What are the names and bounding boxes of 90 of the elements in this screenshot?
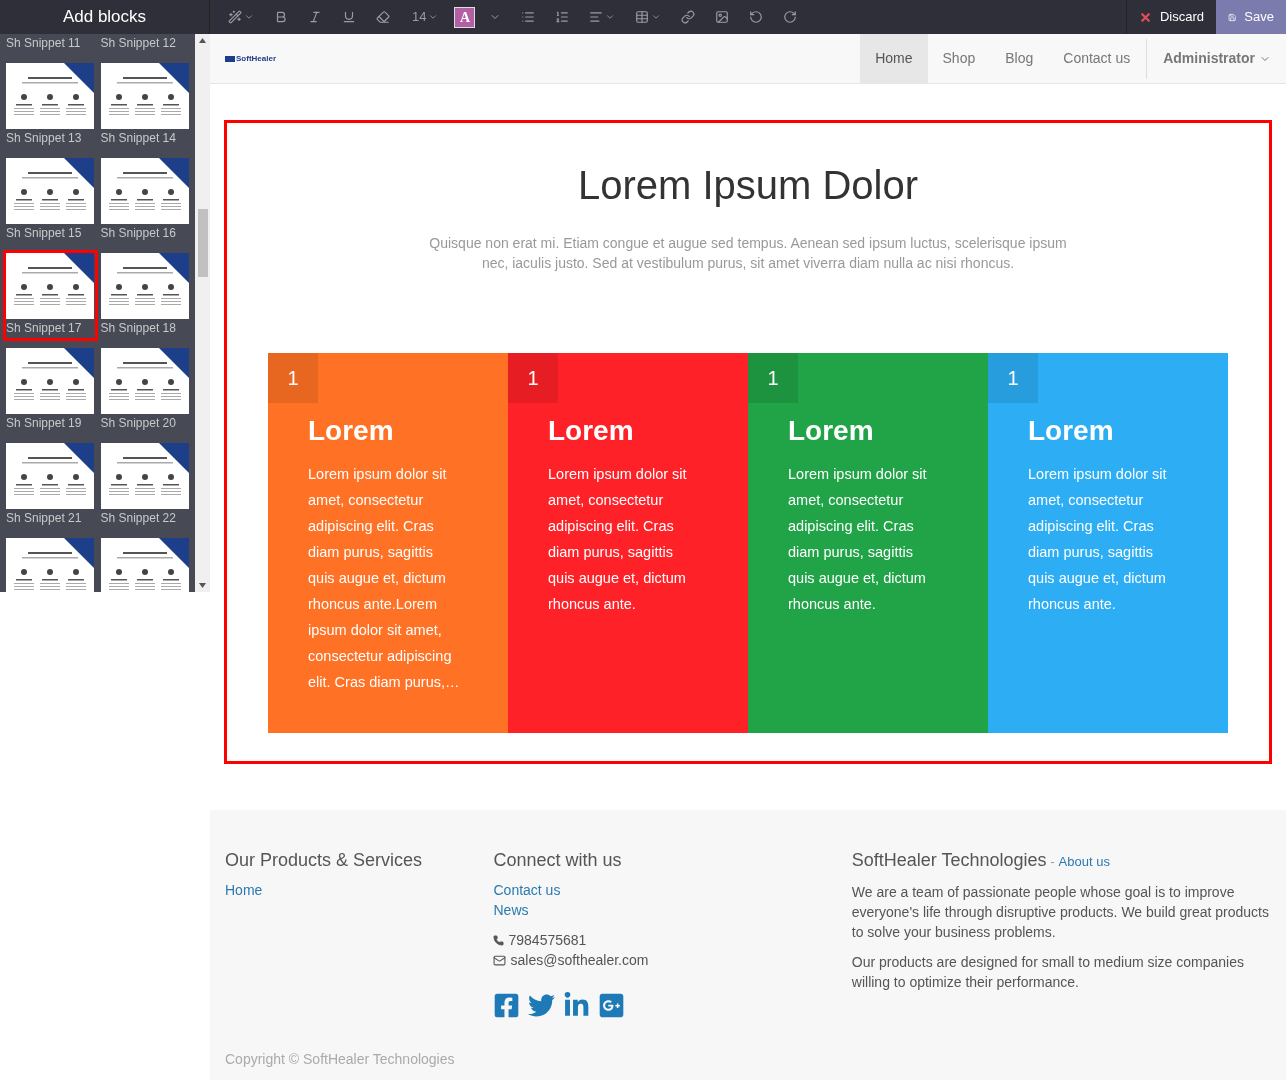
snippet-thumbnail-drawing[interactable] [100,443,189,509]
snippet-label: Sh Snippet 17 [6,320,83,337]
card-text: Lorem ipsum dolor sit amet, consectetur adipiscing elit. Cras diam purus, sagittis quis augue et, dictum rhoncus ante. [1028,465,1168,614]
snippet-thumbnail-drawing[interactable] [6,538,94,592]
footer-link[interactable]: Home [225,880,494,900]
snippet-label: Sh Snippet 19 [6,415,83,432]
footer-heading: SoftHealer Technologies [851,849,1047,872]
footer-link[interactable]: Contact us [493,880,561,900]
snippet-label: Sh Snippet 22 [100,510,177,527]
site-logo: SoftHealer [236,52,276,65]
snippet-thumbnail-drawing[interactable] [100,158,189,224]
card-title: Lorem [788,414,875,448]
number-badge: 1 [748,353,798,403]
snippet-thumbnail-drawing[interactable] [6,63,94,129]
table-icon [635,10,650,24]
linkedin-icon[interactable] [563,992,591,1019]
about-paragraph: Our products are designed for small to medium size companies willing to optimize their performance. [851,953,1245,992]
snippet-item[interactable]: Sh Snippet 18 [100,253,189,338]
heading-separator: - [1050,854,1055,871]
sidebar-title: Add blocks [62,6,147,29]
card-title: Lorem [548,414,635,448]
snippet-item[interactable]: Sh Snippet 15 [6,158,95,243]
snippet-item[interactable]: Sh Snippet 20 [100,348,189,433]
user-menu[interactable]: Administrator [1148,48,1286,69]
number-badge: 1 [508,353,558,403]
number-badge: 1 [988,353,1038,403]
nav-link[interactable]: Contact us [1048,34,1146,83]
mail-icon [493,953,507,967]
facebook-icon[interactable] [493,992,521,1019]
snippet-thumbnail-drawing[interactable] [100,253,189,319]
snippet-label: Sh Snippet 18 [100,320,177,337]
snippet-label: Sh Snippet 16 [100,225,177,242]
card-text: Lorem ipsum dolor sit amet, consectetur adipiscing elit. Cras diam purus, sagittis quis augue et, dictum rhoncus ante. [548,465,688,614]
snippet-item[interactable]: Sh Snippet 14 [100,63,189,148]
card-title: Lorem [308,414,395,448]
number-badge: 1 [268,353,318,403]
snippet-label[interactable]: Sh Snippet 11 [6,34,95,53]
snippet-label: Sh Snippet 13 [6,130,83,147]
email-address: sales@softhealer.com [510,951,649,970]
snippet-thumbnail-drawing[interactable] [100,63,189,129]
text-color-button[interactable]: A [454,6,476,28]
caret-icon [428,12,439,22]
google-plus-icon[interactable] [598,992,626,1019]
snippet-item[interactable]: Sh Snippet 17 [6,253,95,338]
twitter-icon[interactable] [528,992,556,1019]
logo-icon [225,55,235,62]
scroll-up-arrow-icon[interactable] [199,38,206,43]
footer-heading: Connect with us [493,849,623,872]
snippet-thumbnail-drawing[interactable] [6,348,94,414]
snippet-thumbnail-drawing[interactable] [6,253,94,319]
snippet-thumbnail-drawing[interactable] [100,538,189,592]
about-link[interactable]: About us [1058,852,1110,872]
phone-icon [493,934,505,946]
snippet-thumbnail-drawing[interactable] [100,348,189,414]
nav-link[interactable]: Shop [927,34,991,83]
footer-link[interactable]: News [493,900,529,920]
nav-link[interactable]: Blog [990,34,1049,83]
snippet-item[interactable]: Sh Snippet 13 [6,63,95,148]
copyright-text: Copyright © SoftHealer Technologies [225,1050,456,1069]
snippet-item[interactable]: Sh Snippet 16 [100,158,189,243]
snippet-label: Sh Snippet 21 [6,510,83,527]
caret-icon [605,12,616,22]
scrollbar-thumb[interactable] [197,209,208,277]
align-left-icon [589,10,604,24]
snippet-label: Sh Snippet 20 [100,415,177,432]
phone-number: 7984575681 [508,931,587,950]
save-button[interactable]: Save [1216,0,1286,34]
card-title: Lorem [1028,414,1115,448]
section-subtitle: Quisque non erat mi. Etiam congue et augue sed tempus. Aenean sed ipsum luctus, scelerisque ipsum nec, iaculis justo. Sed at vestibulum purus, sit amet viverra diam nulla ac nisi rhoncus. [428,234,1068,273]
caret-icon [651,12,662,22]
snippet-label: Sh Snippet 14 [100,130,177,147]
footer-heading: Our Products & Services [225,849,424,872]
scrollbar[interactable] [195,34,210,592]
magic-wand-icon [228,10,242,24]
about-paragraph: We are a team of passionate people whose goal is to improve everyone's life through disruptive products. We build great products to solve your business problems. [851,883,1270,942]
close-icon [1138,10,1152,24]
snippet-thumbnail-drawing[interactable] [6,158,94,224]
snippet-item[interactable]: Sh Snippet 21 [6,443,95,528]
snippet-thumbnail-drawing[interactable] [6,443,94,509]
nav-link[interactable]: Home [860,34,928,83]
snippet-label[interactable]: Sh Snippet 12 [100,34,189,53]
font-size-dropdown[interactable]: 14 [404,7,447,27]
snippet-item[interactable]: Sh Snippet 22 [100,443,189,528]
card-text: Lorem ipsum dolor sit amet, consectetur adipiscing elit. Cras diam purus, sagittis quis augue et, dictum rhoncus ante. [788,465,928,614]
scroll-down-arrow-icon[interactable] [199,583,206,588]
caret-icon [244,12,254,22]
snippet-item[interactable]: Sh Snippet 19 [6,348,95,433]
card-text: Lorem ipsum dolor sit amet, consectetur adipiscing elit. Cras diam purus, sagittis quis augue et, dictum rhoncus ante.Lorem ipsum dolor sit amet, consectetur adipiscing elit. Cras diam purus,… [308,465,461,692]
snippet-label: Sh Snippet 15 [6,225,83,242]
section-title: Lorem Ipsum Dolor [576,162,920,209]
